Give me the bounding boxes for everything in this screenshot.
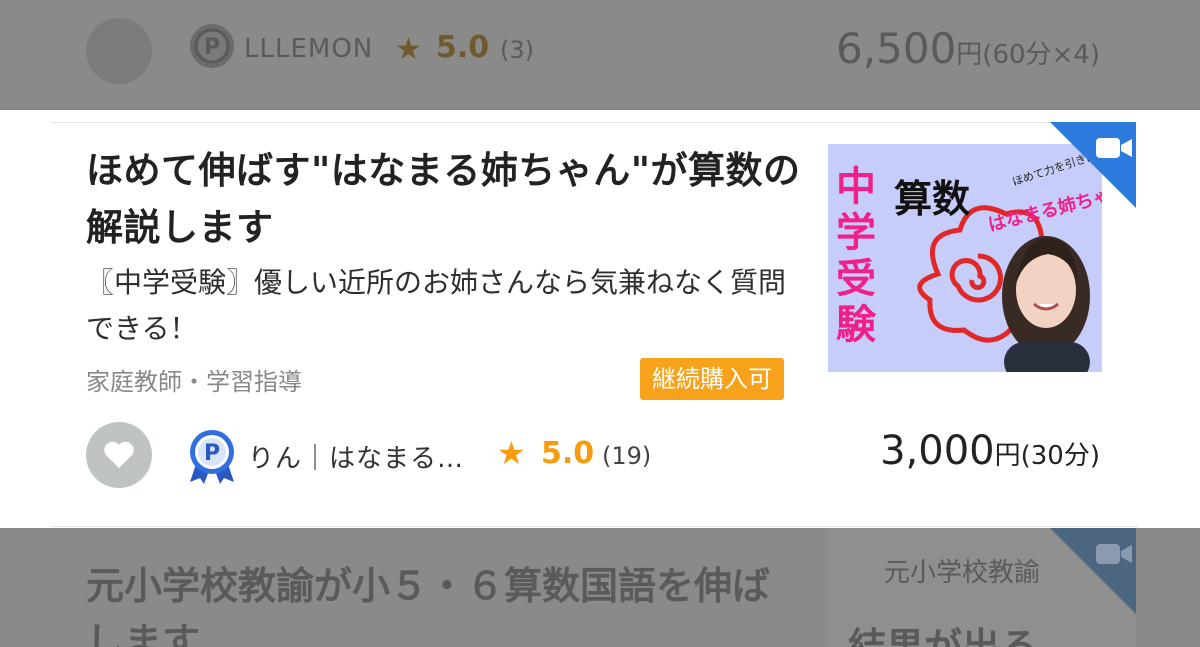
- svg-text:P: P: [204, 35, 220, 60]
- category-label: 家庭教師・学習指導: [86, 368, 302, 396]
- thumbnail-headline: 結果が出る: [848, 625, 1039, 647]
- listing-subtitle: 〖中学受験〗優しい近所のお姉さんなら気兼ねなく質問できる！: [86, 266, 787, 345]
- listing-title[interactable]: ほめて伸ばす"はなまる姉ちゃん"が算数の解説します: [86, 142, 806, 256]
- seller-name[interactable]: りん｜はなまる…: [248, 438, 464, 475]
- price: 3,000円(30分): [880, 428, 1100, 474]
- divider: [52, 526, 1138, 527]
- thumbnail-title-text: 算数: [894, 177, 971, 221]
- rating-value: 5.0: [541, 436, 595, 471]
- star-icon: ★: [395, 32, 422, 67]
- listing-card[interactable]: ほめて伸ばす"はなまる姉ちゃん"が算数の解説します 〖中学受験〗優しい近所のお姉…: [0, 110, 1200, 528]
- favorite-button[interactable]: [86, 422, 152, 488]
- heart-icon: [104, 441, 134, 468]
- video-camera-icon: [1096, 544, 1132, 564]
- video-camera-icon: [1096, 138, 1132, 158]
- seller-name[interactable]: LLLEMON: [244, 34, 373, 64]
- video-corner-flag: [1050, 122, 1136, 208]
- thumbnail-label: 元小学校教諭: [884, 558, 1041, 588]
- price-value: 6,500: [836, 24, 957, 73]
- price-value: 3,000: [880, 428, 995, 474]
- svg-text:P: P: [204, 441, 220, 466]
- video-corner-flag: [1050, 528, 1136, 614]
- medal-p-icon: P: [190, 430, 234, 484]
- price-unit: 円(30分): [994, 441, 1100, 471]
- next-listing-card[interactable]: 元小学校教諭が小５・６算数国語を伸ばします 元小学校教諭 結果が出る: [0, 528, 1200, 647]
- listing-title[interactable]: 元小学校教諭が小５・６算数国語を伸ばします: [86, 558, 806, 647]
- medal-p-icon: P: [190, 24, 234, 68]
- price-unit: 円(60分×4): [956, 40, 1100, 70]
- star-icon: ★: [497, 434, 526, 472]
- thumbnail-vertical-text: 中学受験: [836, 164, 876, 348]
- previous-listing-card[interactable]: P LLLEMON ★ 5.0 (3) 6,500円(60分×4): [0, 0, 1200, 110]
- price: 6,500円(60分×4): [836, 24, 1100, 73]
- repeat-purchase-badge: 継続購入可: [640, 358, 784, 400]
- rating-value: 5.0: [436, 30, 490, 65]
- divider: [52, 122, 1138, 123]
- review-count: (19): [602, 442, 652, 470]
- review-count: (3): [500, 36, 534, 64]
- favorite-button[interactable]: [86, 18, 152, 84]
